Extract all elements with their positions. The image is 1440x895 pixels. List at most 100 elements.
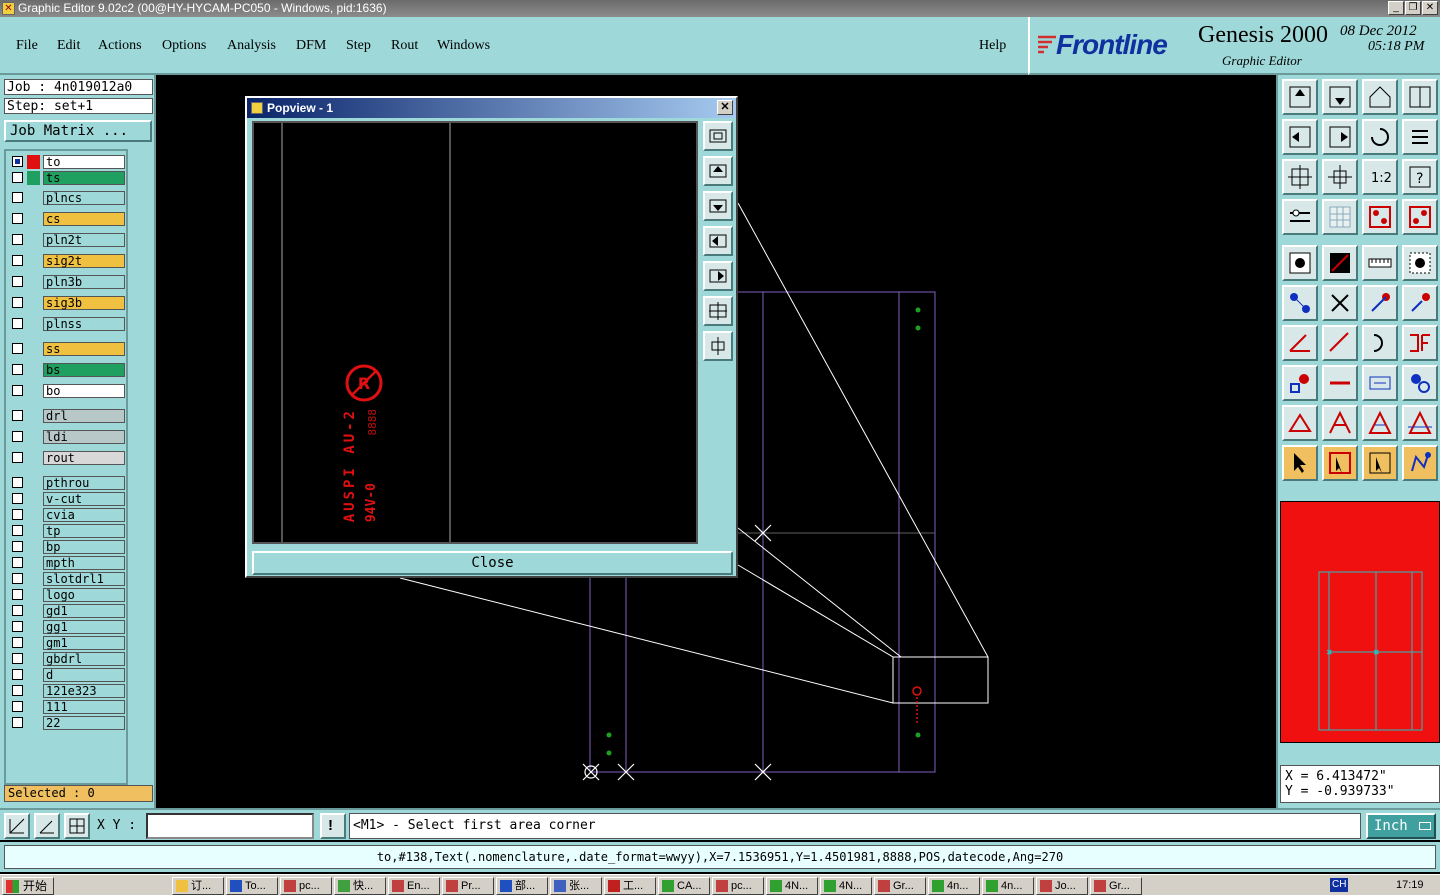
layer-checkbox[interactable] (12, 297, 23, 308)
layer-name[interactable]: logo (43, 588, 125, 602)
menu-dfm[interactable]: DFM (296, 38, 326, 54)
taskbar-task[interactable]: pc... (280, 877, 332, 895)
layer-row[interactable]: cvia (9, 508, 127, 522)
pointer-box-button[interactable] (1322, 445, 1358, 481)
layer-checkbox[interactable] (12, 605, 23, 616)
layer-name[interactable]: bp (43, 540, 125, 554)
layer-checkbox[interactable] (12, 213, 23, 224)
arc-button[interactable] (1362, 325, 1398, 361)
undo-button[interactable] (1362, 119, 1398, 155)
taskbar-task[interactable]: Pr... (442, 877, 494, 895)
layer-row[interactable]: pthrou (9, 476, 127, 490)
layer-row[interactable]: cs (9, 212, 127, 226)
help-button[interactable]: ? (1402, 159, 1438, 195)
taskbar-task[interactable]: 4n... (928, 877, 980, 895)
zoom-home-button[interactable] (1322, 159, 1358, 195)
grid-button[interactable] (1322, 199, 1358, 235)
layer-row[interactable]: 22 (9, 716, 127, 730)
layer-checkbox[interactable] (12, 493, 23, 504)
taskbar-task[interactable]: 订... (172, 877, 224, 895)
menu-actions[interactable]: Actions (98, 38, 142, 54)
measure-button[interactable] (1282, 365, 1318, 401)
split-button[interactable] (1402, 325, 1438, 361)
popview-zoom-fit-button[interactable] (703, 121, 733, 151)
job-matrix-button[interactable]: Job Matrix ... (4, 120, 152, 142)
layer-name[interactable]: sig3b (43, 296, 125, 310)
layer-row[interactable]: ldi (9, 430, 127, 444)
layer-name[interactable]: drl (43, 409, 125, 423)
overview-minimap[interactable]: × × (1280, 501, 1440, 743)
layer-row[interactable]: pln3b (9, 275, 127, 289)
popview-pan-left-button[interactable] (703, 226, 733, 256)
menu-windows[interactable]: Windows (437, 38, 490, 54)
menu-analysis[interactable]: Analysis (227, 38, 276, 54)
home-down-button[interactable] (1322, 79, 1358, 115)
menu-rout[interactable]: Rout (391, 38, 418, 54)
layer-row[interactable]: ss (9, 342, 127, 356)
menu-file[interactable]: File (16, 38, 38, 54)
popview-zoom-out-button[interactable] (703, 331, 733, 361)
layer-row[interactable]: pln2t (9, 233, 127, 247)
home-right-button[interactable] (1322, 119, 1358, 155)
redo-button[interactable] (1402, 119, 1438, 155)
ruler-button[interactable] (1362, 245, 1398, 281)
triangle-c-button[interactable] (1362, 405, 1398, 441)
triangle-b-button[interactable] (1322, 405, 1358, 441)
layer-checkbox[interactable] (12, 509, 23, 520)
taskbar-task[interactable]: Gr... (1090, 877, 1142, 895)
taskbar-task[interactable]: 张... (550, 877, 602, 895)
layer-row[interactable]: plncs (9, 191, 127, 205)
layer-row[interactable]: gm1 (9, 636, 127, 650)
layer-row[interactable]: logo (9, 588, 127, 602)
triangle-a-button[interactable] (1282, 405, 1318, 441)
layer-name[interactable]: 111 (43, 700, 125, 714)
taskbar-task[interactable]: 4N... (766, 877, 818, 895)
menu-options[interactable]: Options (162, 38, 206, 54)
layer-name[interactable]: slotdrl1 (43, 572, 125, 586)
layer-checkbox[interactable] (12, 431, 23, 442)
layer-name[interactable]: ldi (43, 430, 125, 444)
snap-mode-button[interactable] (4, 813, 30, 839)
layer-name[interactable]: v-cut (43, 492, 125, 506)
add-point-button[interactable] (1362, 285, 1398, 321)
taskbar-task[interactable]: En... (388, 877, 440, 895)
home-left-button[interactable] (1282, 119, 1318, 155)
layer-name[interactable]: to (43, 155, 125, 169)
angle-button[interactable] (1282, 325, 1318, 361)
layer-row[interactable]: rout (9, 451, 127, 465)
layer-row[interactable]: v-cut (9, 492, 127, 506)
layer-row[interactable]: gg1 (9, 620, 127, 634)
start-button[interactable]: 开始 (2, 877, 54, 895)
layer-name[interactable]: bo (43, 384, 125, 398)
layer-row[interactable]: drl (9, 409, 127, 423)
layer-row[interactable]: gbdrl (9, 652, 127, 666)
layer-name[interactable]: gm1 (43, 636, 125, 650)
layer-checkbox[interactable] (12, 156, 23, 167)
layer-checkbox[interactable] (12, 573, 23, 584)
layer-name[interactable]: cvia (43, 508, 125, 522)
layer-checkbox[interactable] (12, 717, 23, 728)
angle-mode-button[interactable] (34, 813, 60, 839)
layer-checkbox[interactable] (12, 343, 23, 354)
layer-checkbox[interactable] (12, 385, 23, 396)
move-point-button[interactable] (1402, 285, 1438, 321)
ratio-button[interactable]: 1:2 (1362, 159, 1398, 195)
layer-name[interactable]: pln3b (43, 275, 125, 289)
layer-checkbox[interactable] (12, 410, 23, 421)
layer-row[interactable]: mpth (9, 556, 127, 570)
snap-red2-button[interactable] (1402, 199, 1438, 235)
layer-row[interactable]: 121e323 (9, 684, 127, 698)
popview-pan-down-button[interactable] (703, 191, 733, 221)
layer-name[interactable]: pthrou (43, 476, 125, 490)
popview-close-x[interactable]: ✕ (717, 100, 733, 115)
maximize-button[interactable]: ❐ (1405, 1, 1421, 15)
layer-row[interactable]: bo (9, 384, 127, 398)
layer-name[interactable]: ts (43, 171, 125, 185)
menu-edit[interactable]: Edit (57, 38, 80, 54)
layer-checkbox[interactable] (12, 452, 23, 463)
layer-checkbox[interactable] (12, 318, 23, 329)
zoom-fit-button[interactable] (1282, 159, 1318, 195)
pointer-button[interactable] (1282, 445, 1318, 481)
home-up-button[interactable] (1282, 79, 1318, 115)
layer-checkbox[interactable] (12, 669, 23, 680)
